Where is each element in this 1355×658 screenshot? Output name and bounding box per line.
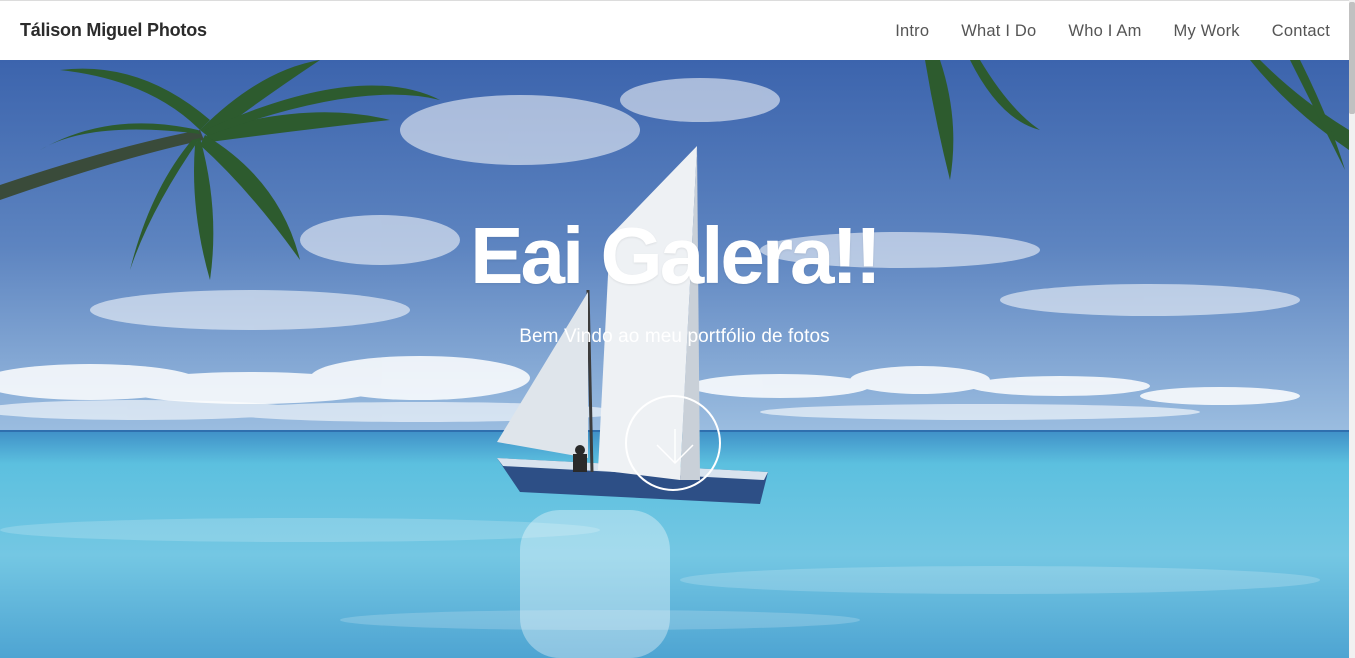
nav-item-my-work[interactable]: My Work: [1174, 22, 1240, 41]
nav-item-contact[interactable]: Contact: [1272, 22, 1330, 41]
scroll-down-button[interactable]: [625, 395, 721, 491]
hero-subtitle: Bem Vindo ao meu portfólio de fotos: [519, 326, 830, 347]
site-brand-link[interactable]: Tálison Miguel Photos: [20, 20, 207, 41]
top-navbar: Tálison Miguel Photos Intro What I Do Wh…: [0, 0, 1349, 60]
hero-section: Eai Galera!! Bem Vindo ao meu portfólio …: [0, 60, 1349, 658]
page-scrollbar[interactable]: [1349, 0, 1355, 658]
nav-menu: Intro What I Do Who I Am My Work Contact: [863, 22, 1330, 41]
hero-title: Eai Galera!!: [470, 211, 882, 300]
scrollbar-thumb[interactable]: [1349, 2, 1355, 114]
nav-item-who-i-am[interactable]: Who I Am: [1068, 22, 1141, 41]
page: Tálison Miguel Photos Intro What I Do Wh…: [0, 0, 1355, 658]
nav-item-what-i-do[interactable]: What I Do: [961, 22, 1036, 41]
hero-background-image: [0, 60, 1349, 658]
nav-item-intro[interactable]: Intro: [895, 22, 929, 41]
chevron-down-icon: [656, 429, 694, 465]
